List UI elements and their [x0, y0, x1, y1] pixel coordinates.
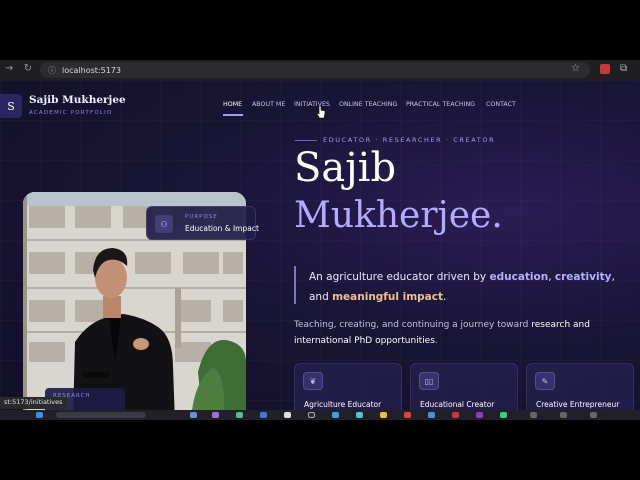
- book-icon: ▯▯: [419, 372, 439, 390]
- letterbox-bottom: [0, 420, 640, 480]
- role-card-label: Creative Entrepreneur: [536, 400, 620, 409]
- page-viewport: S Sajib Mukherjee ACADEMIC PORTFOLIO HOM…: [0, 80, 640, 410]
- forward-icon[interactable]: →: [2, 63, 16, 74]
- role-card-entrepreneur[interactable]: ✎ Creative Entrepreneur: [526, 363, 634, 410]
- purpose-badge-value: Education & Impact: [185, 224, 259, 233]
- hero-tagline: EDUCATOR · RESEARCHER · CREATOR: [323, 136, 496, 144]
- tray-icon[interactable]: [590, 412, 597, 418]
- brand-name[interactable]: Sajib Mukherjee: [29, 94, 126, 106]
- quote-text: and: [309, 291, 333, 303]
- hero-title-first: Sajib: [294, 145, 397, 191]
- brand-subtitle: ACADEMIC PORTFOLIO: [29, 110, 113, 116]
- quote-text: ,: [548, 271, 555, 283]
- taskbar-app-icon[interactable]: [452, 412, 459, 418]
- role-card-agriculture[interactable]: ❦ Agriculture Educator: [294, 363, 402, 410]
- letterbox-top: [0, 0, 640, 60]
- taskbar-app-icon[interactable]: [212, 412, 219, 418]
- link-status-bar: st:5173/initiatives: [0, 397, 67, 409]
- taskbar-app-icon[interactable]: [428, 412, 435, 418]
- tagline-rule: [295, 140, 317, 141]
- quote-text: An agriculture educator driven by: [309, 271, 490, 283]
- logo-badge[interactable]: S: [0, 94, 22, 118]
- quote-highlight-education: education: [489, 271, 549, 283]
- purpose-badge-label: PURPOSE: [185, 214, 218, 220]
- feather-icon: ✎: [535, 372, 555, 390]
- bookmark-star-icon[interactable]: ☆: [571, 63, 580, 74]
- nav-practical-teaching[interactable]: PRACTICAL TEACHING: [406, 101, 475, 108]
- tray-icon[interactable]: [560, 412, 567, 418]
- role-card-educational[interactable]: ▯▯ Educational Creator: [410, 363, 518, 410]
- role-card-label: Agriculture Educator: [304, 400, 382, 409]
- hero-description: Teaching, creating, and continuing a jou…: [294, 317, 614, 349]
- quote-highlight-creativity: creativity: [554, 271, 612, 283]
- quote-highlight-impact: meaningful impact: [332, 291, 443, 303]
- start-icon[interactable]: [36, 412, 43, 418]
- taskbar-app-icon[interactable]: [476, 412, 483, 418]
- taskbar-app-icon[interactable]: [404, 412, 411, 418]
- nav-online-teaching[interactable]: ONLINE TEACHING: [339, 101, 397, 108]
- taskbar-app-icon[interactable]: [236, 412, 243, 418]
- taskbar-app-icon[interactable]: [500, 412, 507, 418]
- url-text: localhost:5173: [62, 65, 121, 75]
- hero-quote: An agriculture educator driven by educat…: [309, 267, 639, 307]
- taskbar-app-icon[interactable]: [380, 412, 387, 418]
- address-bar[interactable]: ⓘ localhost:5173: [40, 62, 590, 78]
- extension-icon[interactable]: [600, 64, 610, 74]
- mouse-cursor-icon: [316, 105, 326, 119]
- taskbar-search[interactable]: [56, 412, 146, 418]
- nav-home[interactable]: HOME: [223, 101, 242, 108]
- desc-emphasis: research and: [531, 320, 590, 330]
- nav-active-indicator: [223, 114, 243, 116]
- taskbar-app-icon[interactable]: [190, 412, 197, 418]
- quote-text: .: [443, 291, 447, 303]
- quote-text: ,: [611, 271, 615, 283]
- nav-about-me[interactable]: ABOUT ME: [252, 101, 285, 108]
- desc-text: .: [434, 336, 438, 346]
- sprout-icon: ❦: [303, 372, 323, 390]
- tray-icon[interactable]: [530, 412, 537, 418]
- purpose-badge: ⚇ PURPOSE Education & Impact: [146, 206, 259, 240]
- site-info-icon[interactable]: ⓘ: [48, 65, 56, 76]
- taskbar-app-icon[interactable]: [332, 412, 339, 418]
- desc-emphasis: international PhD opportunities: [294, 336, 435, 346]
- nav-contact[interactable]: CONTACT: [486, 101, 516, 108]
- desc-text: Teaching, creating, and continuing a jou…: [294, 320, 532, 330]
- quote-accent-bar: [294, 266, 296, 304]
- extensions-puzzle-icon[interactable]: ⧉: [620, 63, 627, 74]
- taskbar-app-icon[interactable]: [284, 412, 291, 418]
- reload-icon[interactable]: ↻: [21, 63, 35, 74]
- taskbar-app-icon[interactable]: [356, 412, 363, 418]
- hero-title-last: Mukherjee.: [294, 195, 503, 236]
- users-icon: ⚇: [155, 215, 173, 233]
- taskbar-app-icon[interactable]: [308, 412, 315, 418]
- role-card-label: Educational Creator: [420, 400, 495, 409]
- taskbar-app-icon[interactable]: [260, 412, 267, 418]
